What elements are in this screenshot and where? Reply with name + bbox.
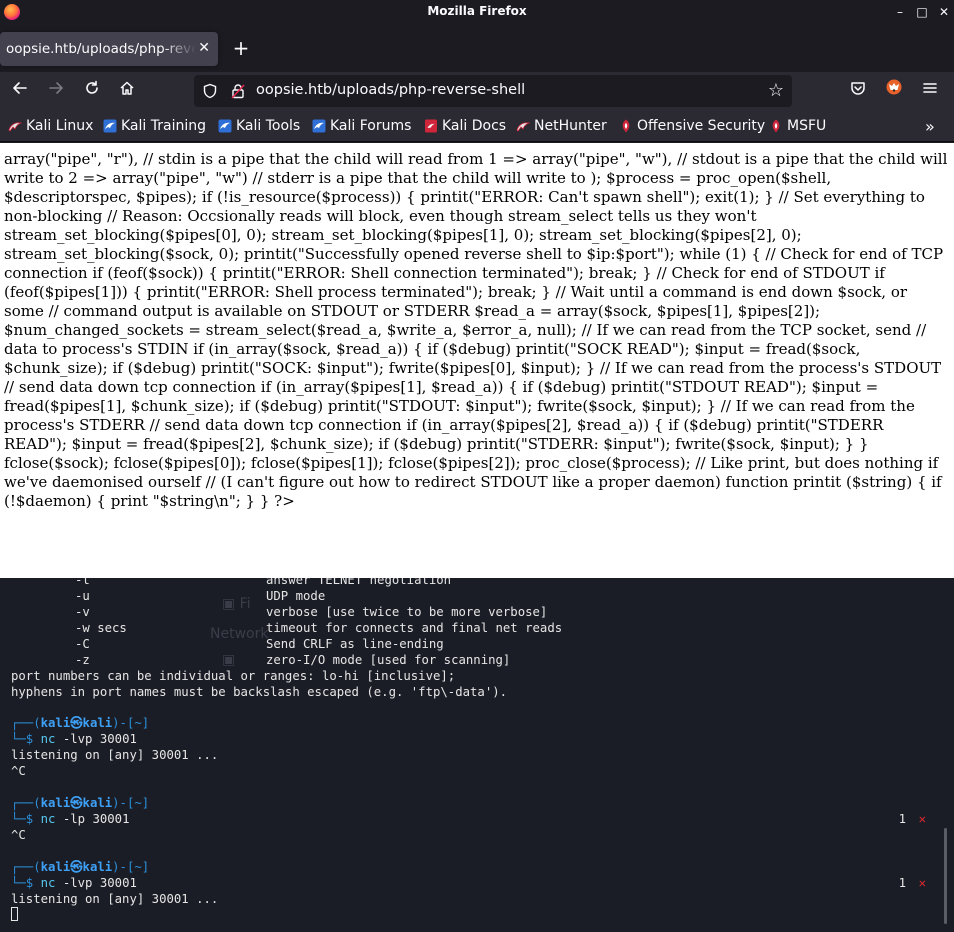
close-window-icon[interactable]: ✕ (934, 2, 954, 22)
command-output: ^C (11, 764, 26, 778)
extension-button[interactable] (881, 78, 907, 104)
terminal-cursor (11, 907, 18, 921)
bookmark-offensive-security[interactable]: Offensive Security (619, 117, 765, 135)
bookmark-label: Kali Docs (442, 118, 507, 134)
prompt-header: ┌──(kali㉿kali)-[~] (11, 716, 150, 730)
bookmark-kali-linux[interactable]: Kali Linux (8, 117, 93, 135)
bookmark-label: NetHunter (534, 118, 607, 134)
help-line: -u UDP mode (75, 589, 326, 603)
terminal-cursor-line[interactable] (11, 907, 18, 923)
help-line: -C Send CRLF as line-ending (75, 637, 444, 651)
foxyproxy-extension-icon (886, 79, 902, 95)
tab-active[interactable]: oopsie.htb/uploads/php-reverse-shell ✕ (0, 32, 218, 66)
exit-status-code: 1 (898, 876, 906, 890)
reload-button[interactable] (79, 78, 105, 104)
home-icon (120, 81, 134, 95)
help-line: -z zero-I/O mode [used for scanning] (75, 653, 511, 667)
pocket-icon (851, 82, 865, 95)
tab-strip: oopsie.htb/uploads/php-reverse-shell ✕ + (0, 24, 954, 72)
exit-status-code: 1 (898, 812, 906, 826)
window-title: Mozilla Firefox (427, 4, 527, 18)
command-output: ^C (11, 828, 26, 842)
command-output: listening on [any] 30001 ... (11, 892, 219, 906)
bookmark-label: Offensive Security (637, 118, 766, 134)
bookmark-star-icon[interactable]: ☆ (768, 80, 784, 101)
kali-tools-icon (218, 119, 232, 133)
bookmark-label: Kali Training (121, 118, 206, 134)
bookmark-label: Kali Forums (330, 118, 412, 134)
error-cross-icon: ✕ (918, 876, 926, 890)
command-line: └─$ nc -lvp 30001 (11, 876, 137, 890)
kali-training-icon (103, 119, 117, 133)
terminal-window[interactable]: ▣ Fi Network ▣ -t answer TELNET negotiati… (0, 578, 954, 932)
back-arrow-icon (13, 82, 27, 94)
bookmark-label: Kali Tools (236, 118, 301, 134)
help-line: -t answer TELNET negotiation (75, 578, 452, 587)
minimize-icon[interactable]: – (890, 2, 910, 22)
tab-label: oopsie.htb/uploads/php-reverse-shell (6, 41, 196, 57)
prompt-header: ┌──(kali㉿kali)-[~] (11, 860, 150, 874)
maximize-icon[interactable]: □ (912, 2, 932, 22)
kali-forums-icon (312, 119, 326, 133)
pocket-button[interactable] (845, 78, 871, 104)
tracking-shield-icon[interactable] (202, 83, 218, 99)
help-line: -v verbose [use twice to be more verbose] (75, 605, 548, 619)
bookmark-kali-training[interactable]: Kali Training (103, 117, 206, 135)
bookmark-nethunter[interactable]: NetHunter (516, 117, 607, 135)
url-text[interactable]: oopsie.htb/uploads/php-reverse-shell (256, 82, 525, 98)
bookmark-kali-forums[interactable]: Kali Forums (312, 117, 411, 135)
kali-docs-icon (425, 119, 437, 133)
terminal-scrollbar[interactable] (944, 828, 947, 924)
help-line: -w secs timeout for connects and final ne… (75, 621, 563, 635)
home-button[interactable] (114, 78, 140, 104)
forward-button[interactable] (43, 78, 69, 104)
bookmark-kali-docs[interactable]: Kali Docs (424, 117, 506, 135)
help-note: port numbers can be individual or ranges… (11, 669, 456, 683)
page-content[interactable]: array("pipe", "r"), // stdin is a pipe t… (0, 143, 954, 578)
new-tab-button[interactable]: + (230, 38, 252, 60)
bookmark-label: Kali Linux (26, 118, 94, 134)
hamburger-menu-icon (923, 83, 937, 93)
bookmark-label: MSFU (787, 118, 827, 134)
url-bar[interactable]: oopsie.htb/uploads/php-reverse-shell ☆ (194, 75, 792, 107)
offsec-icon (622, 119, 630, 133)
prompt-header: ┌──(kali㉿kali)-[~] (11, 796, 150, 810)
bookmarks-toolbar: Kali Linux Kali Training Kali Tools Kali… (0, 110, 954, 142)
navigation-toolbar: oopsie.htb/uploads/php-reverse-shell ☆ (0, 72, 954, 110)
bookmark-kali-tools[interactable]: Kali Tools (218, 117, 300, 135)
kali-dragon-icon (8, 122, 22, 132)
help-note: hyphens in port names must be backslash … (11, 685, 508, 699)
command-line: └─$ nc -lp 30001 (11, 812, 130, 826)
msfu-icon (772, 119, 780, 133)
app-menu-button[interactable] (917, 78, 943, 104)
window-titlebar: Mozilla Firefox – □ ✕ (0, 0, 954, 24)
forward-arrow-icon (49, 82, 63, 94)
back-button[interactable] (7, 78, 33, 104)
tab-close-icon[interactable]: ✕ (198, 40, 210, 56)
error-cross-icon: ✕ (918, 812, 926, 826)
bookmark-msfu[interactable]: MSFU (769, 117, 826, 135)
php-source-text: array("pipe", "r"), // stdin is a pipe t… (4, 150, 948, 510)
command-line: └─$ nc -lvp 30001 (11, 732, 137, 746)
command-output: listening on [any] 30001 ... (11, 748, 219, 762)
reload-icon (86, 80, 98, 94)
insecure-lock-icon[interactable] (230, 83, 246, 99)
nethunter-icon (516, 122, 530, 132)
bookmarks-overflow-chevron-icon[interactable]: » (925, 117, 935, 136)
